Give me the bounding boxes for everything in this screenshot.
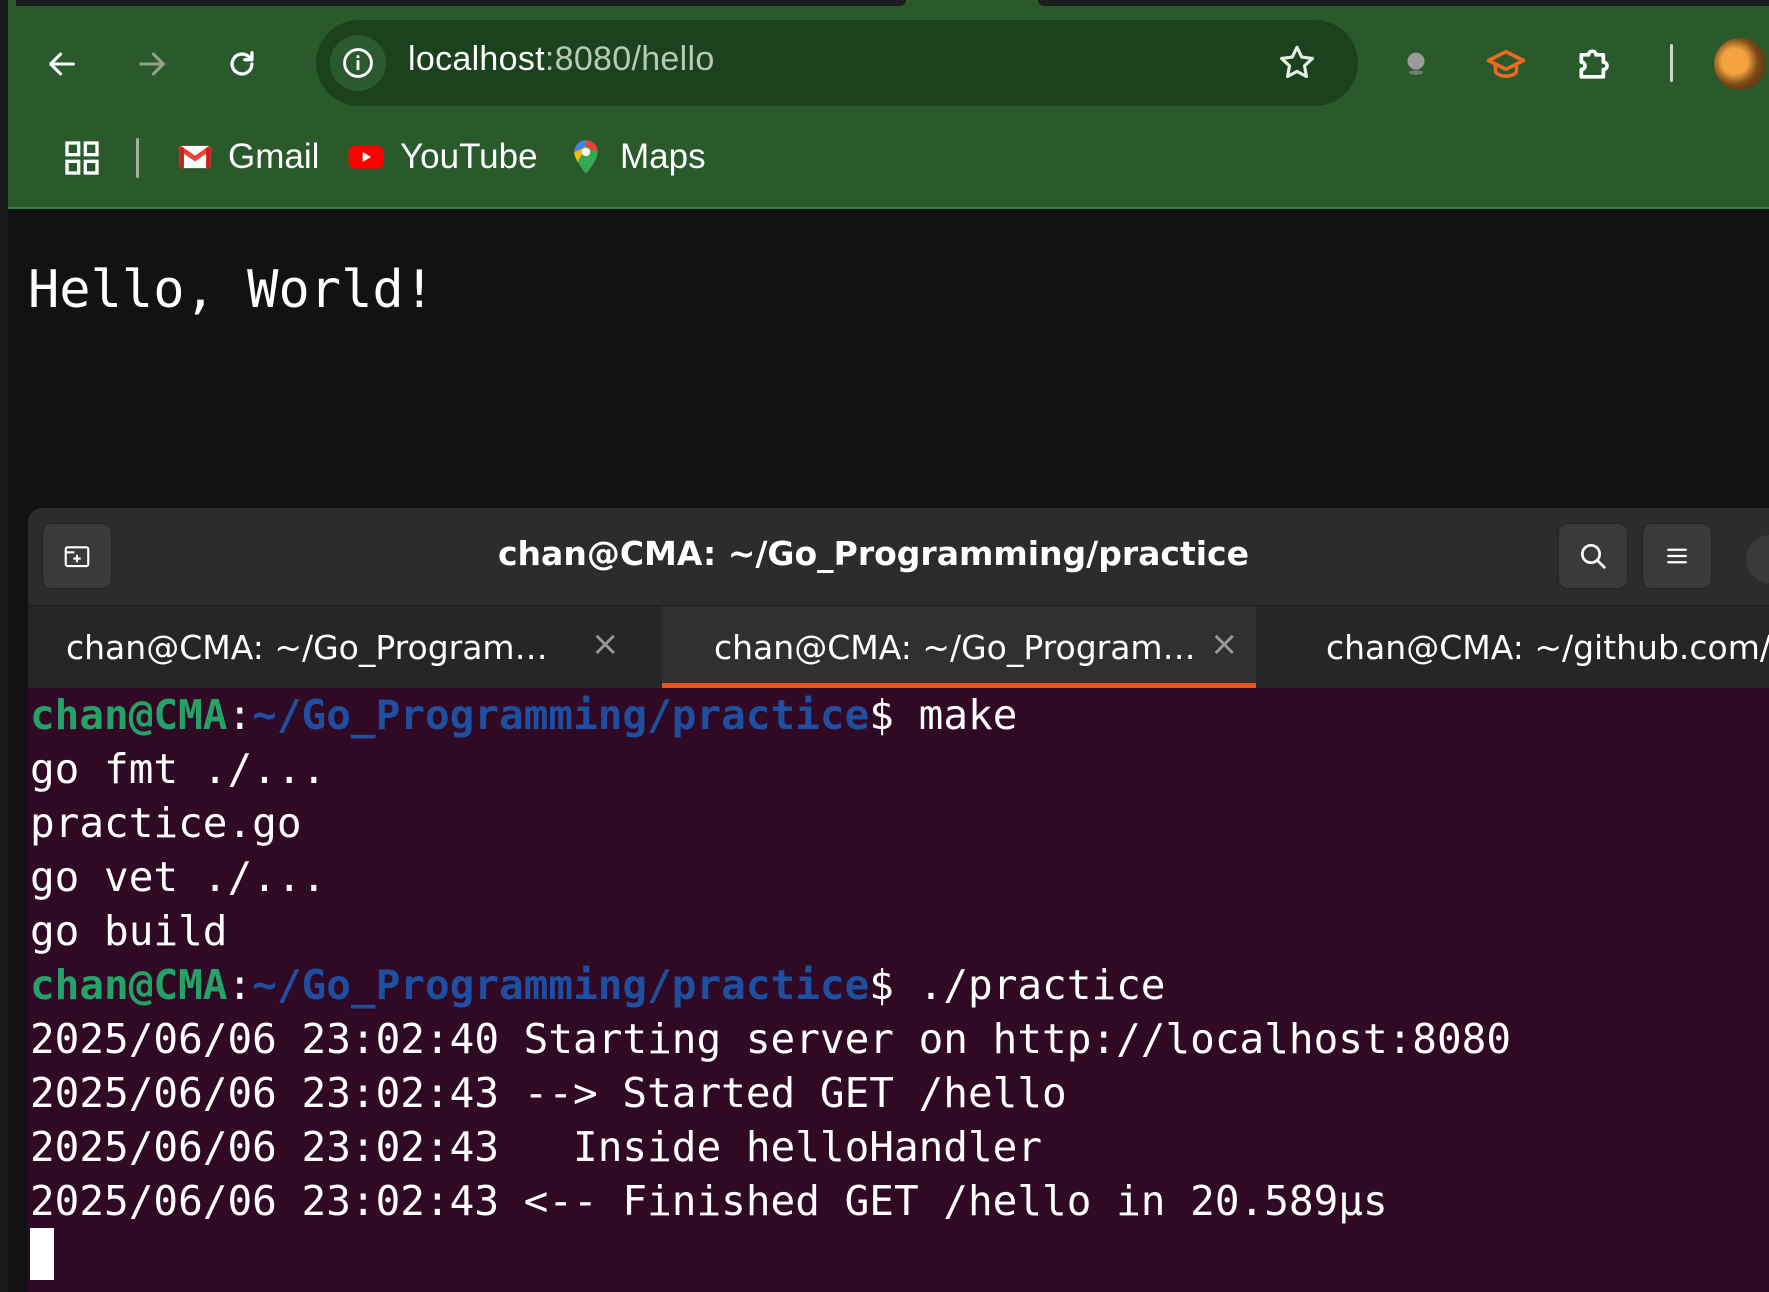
hamburger-menu-icon xyxy=(1667,548,1687,564)
tab-label: chan@CMA: ~/Go_Program… xyxy=(714,628,1196,667)
maps-pin-icon xyxy=(574,140,598,174)
reload-button[interactable] xyxy=(216,38,268,90)
graduation-cap-icon xyxy=(1486,50,1526,79)
url-host: localhost xyxy=(408,40,545,78)
forward-arrow-icon xyxy=(139,52,165,76)
prompt-dollar: $ xyxy=(869,691,894,739)
tab-label: chan@CMA: ~/Go_Program… xyxy=(66,628,548,667)
search-button[interactable] xyxy=(1558,523,1628,589)
terminal-output[interactable]: chan@CMA:~/Go_Programming/practice$ make… xyxy=(30,688,1769,1282)
extension-dot-icon xyxy=(1407,52,1425,75)
window-edge xyxy=(0,0,8,1292)
browser-toolbar: localhost:8080/hello Gmail YouTube Maps xyxy=(8,0,1769,209)
menu-button[interactable] xyxy=(1642,523,1712,589)
prompt-line: chan@CMA:~/Go_Programming/practice$ make xyxy=(30,688,1769,742)
bookmark-label: YouTube xyxy=(400,137,538,176)
url-path: :8080/hello xyxy=(544,40,715,78)
extension-button-1[interactable] xyxy=(1386,34,1446,94)
site-info-button[interactable] xyxy=(330,35,386,91)
extension-button-2[interactable] xyxy=(1476,34,1536,94)
output-line: go fmt ./... xyxy=(30,745,327,793)
reload-icon xyxy=(230,51,254,76)
tab-close-button[interactable]: × xyxy=(591,624,620,664)
url-text: localhost:8080/hello xyxy=(408,40,715,79)
bookmark-maps[interactable]: Maps xyxy=(566,132,706,182)
output-line: go build xyxy=(30,907,228,955)
prompt-path: ~/Go_Programming/practice xyxy=(252,691,870,739)
log-line: 2025/06/06 23:02:40 Starting server on h… xyxy=(30,1015,1512,1063)
prompt-line: chan@CMA:~/Go_Programming/practice$ ./pr… xyxy=(30,958,1769,1012)
back-arrow-icon xyxy=(49,52,75,76)
cursor-line xyxy=(30,1228,1769,1282)
bookmark-label: Maps xyxy=(620,137,706,176)
bookmark-star-button[interactable] xyxy=(1276,42,1318,88)
tab-strip-edge xyxy=(16,0,906,6)
prompt-dollar: $ xyxy=(869,961,894,1009)
apps-button[interactable] xyxy=(62,138,102,182)
page-hello-text: Hello, World! xyxy=(28,260,435,320)
tab-label: chan@CMA: ~/github.com/… xyxy=(1326,628,1769,667)
command-text: make xyxy=(893,691,1018,739)
command-text: ./practice xyxy=(893,961,1166,1009)
terminal-tab-bar: chan@CMA: ~/Go_Program… × chan@CMA: ~/Go… xyxy=(28,606,1769,688)
address-bar[interactable]: localhost:8080/hello xyxy=(316,20,1358,106)
search-icon xyxy=(1581,544,1606,569)
prompt-path: ~/Go_Programming/practice xyxy=(252,961,870,1009)
back-button[interactable] xyxy=(36,38,88,90)
terminal-window: chan@CMA: ~/Go_Programming/practice chan… xyxy=(28,508,1769,1292)
tab-strip-edge-right xyxy=(1038,0,1769,6)
site-info-icon xyxy=(343,48,373,78)
profile-avatar[interactable] xyxy=(1714,38,1766,90)
prompt-separator: : xyxy=(227,691,253,739)
log-line: 2025/06/06 23:02:43 Inside helloHandler xyxy=(30,1123,1043,1171)
tab-close-button[interactable]: × xyxy=(1210,624,1239,664)
terminal-tab-1[interactable]: chan@CMA: ~/Go_Program… × xyxy=(28,606,622,688)
output-line: practice.go xyxy=(30,799,302,847)
bookmark-label: Gmail xyxy=(228,137,320,176)
bookmarks-divider xyxy=(136,138,139,178)
prompt-user: chan@CMA xyxy=(30,691,228,739)
prompt-user: chan@CMA xyxy=(30,961,228,1009)
output-line: go vet ./... xyxy=(30,853,327,901)
forward-button[interactable] xyxy=(126,38,178,90)
terminal-tab-2[interactable]: chan@CMA: ~/Go_Program… × xyxy=(662,606,1256,688)
terminal-headerbar: chan@CMA: ~/Go_Programming/practice xyxy=(28,508,1769,606)
terminal-cursor xyxy=(30,1228,54,1280)
extensions-menu-button[interactable] xyxy=(1566,34,1626,94)
gmail-icon xyxy=(177,145,213,169)
toolbar-separator xyxy=(1670,44,1673,82)
prompt-separator: : xyxy=(227,961,253,1009)
log-line: 2025/06/06 23:02:43 --> Started GET /hel… xyxy=(30,1069,1067,1117)
apps-grid-icon xyxy=(65,141,99,175)
bookmark-gmail[interactable]: Gmail xyxy=(176,132,319,182)
puzzle-piece-icon xyxy=(1579,49,1609,79)
bookmark-star-icon xyxy=(1280,45,1314,79)
youtube-icon xyxy=(348,145,384,169)
log-line: 2025/06/06 23:02:43 <-- Finished GET /he… xyxy=(30,1177,1388,1225)
terminal-title: chan@CMA: ~/Go_Programming/practice xyxy=(498,534,1249,573)
terminal-tab-3[interactable]: chan@CMA: ~/github.com/… xyxy=(1278,606,1769,688)
bookmark-youtube[interactable]: YouTube xyxy=(346,132,538,182)
